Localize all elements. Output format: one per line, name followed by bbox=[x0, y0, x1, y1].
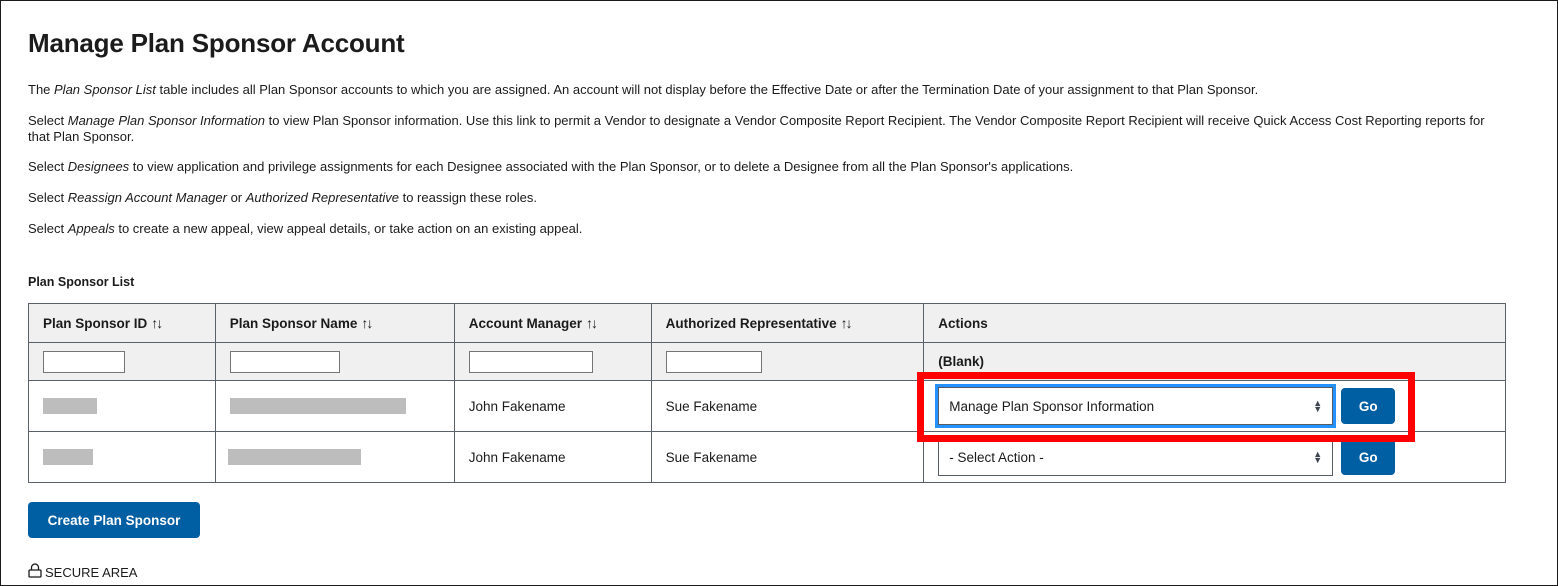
column-header-plan-sponsor-id[interactable]: Plan Sponsor ID ↑↓ bbox=[28, 303, 216, 343]
table-filter-row: (Blank) bbox=[28, 342, 1506, 381]
filter-account-manager-input[interactable] bbox=[468, 350, 593, 373]
intro-paragraph-reassign: Select Reassign Account Manager or Autho… bbox=[28, 190, 537, 205]
action-select[interactable]: - Select Action - ▲ ▼ bbox=[938, 438, 1334, 476]
account-manager-cell: John Fakename bbox=[453, 380, 652, 432]
plan-sponsor-list-label: Plan Sponsor List bbox=[28, 275, 135, 289]
intro-text: The Plan Sponsor List table includes all… bbox=[28, 82, 1508, 252]
action-select[interactable]: Manage Plan Sponsor Information ▲ ▼ bbox=[935, 384, 1337, 428]
select-arrows-icon: ▲ ▼ bbox=[1313, 449, 1323, 465]
table-header-row: Plan Sponsor ID ↑↓ Plan Sponsor Name ↑↓ Ac… bbox=[28, 303, 1506, 343]
intro-paragraph-plan-sponsor-list: The Plan Sponsor List table includes all… bbox=[28, 82, 1259, 97]
column-header-plan-sponsor-name[interactable]: Plan Sponsor Name ↑↓ bbox=[214, 303, 455, 343]
filter-plan-sponsor-name-input[interactable] bbox=[229, 350, 340, 373]
sort-icon[interactable]: ↑↓ bbox=[151, 315, 163, 331]
sort-icon[interactable]: ↑↓ bbox=[586, 315, 598, 331]
create-plan-sponsor-button[interactable]: Create Plan Sponsor bbox=[28, 502, 200, 538]
authorized-representative-cell: Sue Fakename bbox=[650, 431, 925, 483]
select-arrows-icon: ▲ ▼ bbox=[1313, 398, 1323, 414]
intro-paragraph-manage-info: Select Manage Plan Sponsor Information t… bbox=[28, 113, 1485, 144]
sort-icon[interactable]: ↑↓ bbox=[841, 315, 853, 331]
action-select-value: - Select Action - bbox=[949, 449, 1044, 465]
go-button[interactable]: Go bbox=[1341, 439, 1396, 475]
go-button[interactable]: Go bbox=[1341, 388, 1396, 424]
sort-icon[interactable]: ↑↓ bbox=[361, 315, 373, 331]
table-row: John Fakename Sue Fakename Manage Plan S… bbox=[28, 380, 1506, 432]
column-header-authorized-representative[interactable]: Authorized Representative ↑↓ bbox=[650, 303, 925, 343]
column-header-account-manager[interactable]: Account Manager ↑↓ bbox=[453, 303, 652, 343]
intro-paragraph-designees: Select Designees to view application and… bbox=[28, 159, 1074, 174]
secure-area-label: SECURE AREA bbox=[45, 564, 138, 580]
redacted-plan-sponsor-name bbox=[227, 449, 361, 466]
intro-paragraph-appeals: Select Appeals to create a new appeal, v… bbox=[28, 221, 583, 236]
filter-authorized-representative-input[interactable] bbox=[665, 350, 762, 373]
column-header-actions: Actions bbox=[923, 303, 1506, 343]
page-title: Manage Plan Sponsor Account bbox=[28, 28, 405, 58]
action-select-value: Manage Plan Sponsor Information bbox=[949, 398, 1155, 414]
filter-plan-sponsor-id-input[interactable] bbox=[43, 350, 125, 373]
secure-area-indicator: SECURE AREA bbox=[28, 563, 137, 581]
redacted-plan-sponsor-name bbox=[229, 398, 406, 415]
table-row: John Fakename Sue Fakename - Select Acti… bbox=[28, 431, 1506, 483]
redacted-plan-sponsor-id bbox=[43, 449, 93, 466]
lock-icon bbox=[28, 563, 42, 581]
authorized-representative-cell: Sue Fakename bbox=[650, 380, 925, 432]
redacted-plan-sponsor-id bbox=[43, 398, 97, 415]
plan-sponsor-table: Plan Sponsor ID ↑↓ Plan Sponsor Name ↑↓ Ac… bbox=[28, 303, 1506, 483]
actions-filter-blank-label: (Blank) bbox=[938, 354, 984, 369]
account-manager-cell: John Fakename bbox=[453, 431, 652, 483]
